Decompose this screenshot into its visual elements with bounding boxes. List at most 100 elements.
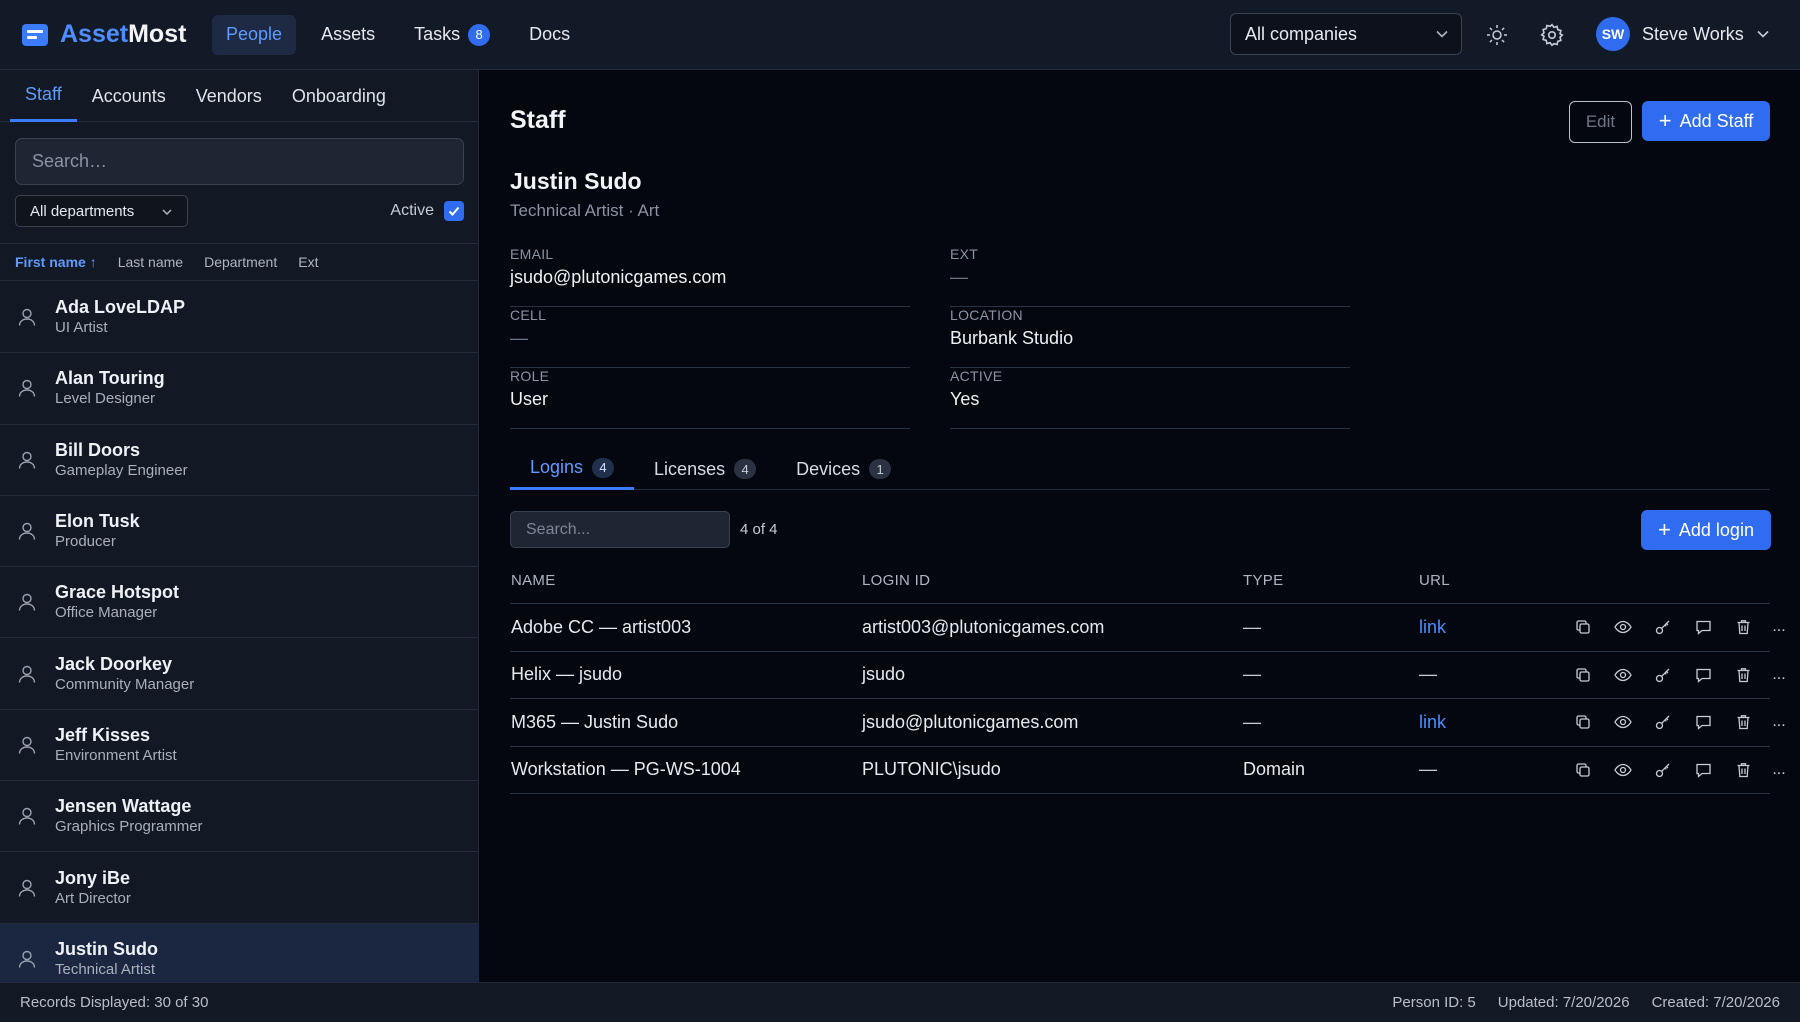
table-row[interactable]: Workstation — PG-WS-1004 PLUTONIC\jsudo Do… (510, 747, 1786, 794)
person-name: Jensen Wattage (55, 796, 192, 817)
copy-button[interactable] (1573, 665, 1593, 685)
reveal-password-button[interactable] (1613, 760, 1633, 780)
active-filter-label: Active (390, 202, 434, 219)
table-row[interactable]: Adobe CC — artist003 artist003@plutonicga… (510, 604, 1786, 652)
login-url[interactable]: link (1419, 617, 1446, 638)
delete-button[interactable] (1733, 665, 1753, 685)
list-item[interactable]: Ada LoveLDAP UI Artist (0, 282, 479, 354)
notes-button[interactable] (1693, 760, 1713, 780)
company-select[interactable]: All companies (1230, 13, 1462, 55)
nav-docs[interactable]: Docs (515, 15, 584, 55)
login-name: Adobe CC — artist003 (511, 616, 692, 637)
staff-detail-panel: Staff Edit + Add Staff Justin Sudo Techni… (480, 70, 1800, 982)
list-item[interactable]: Bill Doors Gameplay Engineer (0, 425, 479, 496)
more-actions-button[interactable]: ... (1772, 617, 1785, 637)
row-actions: ... (1573, 665, 1786, 685)
copy-button[interactable] (1573, 712, 1593, 732)
sort-ext[interactable]: Ext (298, 254, 318, 270)
list-item[interactable]: Grace Hotspot Office Manager (0, 567, 479, 639)
active-filter: Active (390, 201, 464, 221)
app-logo[interactable]: AssetMost (22, 20, 212, 49)
department-select[interactable]: All departments (15, 195, 188, 227)
staff-search-input[interactable]: Search… (15, 138, 464, 185)
login-id: PLUTONIC\jsudo (862, 759, 1001, 780)
col-header-type[interactable]: TYPE (1243, 572, 1283, 589)
notes-button[interactable] (1693, 712, 1713, 732)
tab-licenses[interactable]: Licenses 4 (634, 448, 776, 490)
delete-button[interactable] (1733, 617, 1753, 637)
nav-assets[interactable]: Assets (307, 15, 389, 55)
person-text: Justin Sudo Technical Artist (55, 938, 158, 980)
edit-button[interactable]: Edit (1569, 101, 1632, 143)
tab-logins[interactable]: Logins 4 (510, 448, 635, 490)
user-name: Steve Works (1642, 23, 1744, 44)
password-button[interactable] (1653, 617, 1673, 637)
sort-last-name[interactable]: Last name (118, 254, 183, 270)
reveal-password-button[interactable] (1613, 665, 1633, 685)
nav-people-label: People (226, 24, 283, 44)
tab-devices-label: Devices (796, 458, 861, 479)
reveal-password-button[interactable] (1613, 617, 1633, 637)
person-name: Grace Hotspot (55, 582, 180, 603)
list-item[interactable]: Jensen Wattage Graphics Programmer (0, 781, 479, 853)
tab-staff[interactable]: Staff (10, 70, 77, 122)
tab-devices[interactable]: Devices 1 (776, 448, 911, 490)
tab-onboarding[interactable]: Onboarding (277, 70, 401, 122)
more-actions-button[interactable]: ... (1772, 760, 1785, 780)
chevron-down-icon (1436, 30, 1448, 38)
password-button[interactable] (1653, 712, 1673, 732)
notes-button[interactable] (1693, 617, 1713, 637)
devices-count-badge: 1 (869, 459, 892, 479)
more-actions-button[interactable]: ... (1772, 712, 1785, 732)
tab-accounts[interactable]: Accounts (77, 70, 181, 122)
page-title: Staff (510, 106, 566, 134)
add-login-button[interactable]: + Add login (1641, 510, 1771, 550)
list-item[interactable]: Jony iBe Art Director (0, 852, 479, 924)
location-value: Burbank Studio (950, 328, 1074, 348)
sort-department[interactable]: Department (204, 254, 277, 270)
person-icon (18, 879, 36, 897)
person-role: Environment Artist (55, 746, 177, 764)
list-item[interactable]: Alan Touring Level Designer (0, 353, 479, 425)
ext-field: EXT — (950, 246, 1350, 307)
login-url[interactable]: link (1419, 712, 1446, 733)
password-button[interactable] (1653, 665, 1673, 685)
copy-button[interactable] (1573, 760, 1593, 780)
role-label: ROLE (510, 368, 550, 384)
key-icon (1655, 620, 1670, 635)
more-actions-button[interactable]: ... (1772, 665, 1785, 685)
active-label: ACTIVE (950, 368, 1003, 384)
sort-first-name[interactable]: First name ↑ (15, 254, 97, 270)
active-value: Yes (950, 389, 980, 409)
col-header-name[interactable]: NAME (511, 572, 556, 589)
delete-button[interactable] (1733, 712, 1753, 732)
settings-button[interactable] (1537, 20, 1567, 50)
login-url: — (1419, 759, 1437, 780)
logins-count-badge: 4 (592, 457, 615, 478)
delete-button[interactable] (1733, 760, 1753, 780)
tab-licenses-label: Licenses (654, 458, 726, 479)
person-icon (18, 594, 36, 611)
list-item[interactable]: Elon Tusk Producer (0, 496, 479, 568)
location-label: LOCATION (950, 307, 1023, 323)
list-item[interactable]: Jeff Kisses Environment Artist (0, 710, 479, 782)
table-row[interactable]: Helix — jsudo jsudo — —... (510, 652, 1786, 699)
nav-tasks[interactable]: Tasks 8 (400, 15, 504, 55)
user-menu[interactable]: SW Steve Works (1596, 17, 1770, 51)
password-button[interactable] (1653, 760, 1673, 780)
tasks-count-badge: 8 (468, 23, 491, 46)
add-staff-button[interactable]: + Add Staff (1642, 101, 1770, 141)
col-header-login-id[interactable]: LOGIN ID (862, 572, 930, 589)
active-checkbox[interactable] (444, 201, 464, 221)
col-header-url[interactable]: URL (1419, 572, 1450, 589)
table-row[interactable]: M365 — Justin Sudo jsudo@plutonicgames.co… (510, 699, 1786, 747)
tab-vendors[interactable]: Vendors (181, 70, 277, 122)
email-value[interactable]: jsudo@plutonicgames.com (510, 267, 910, 288)
reveal-password-button[interactable] (1613, 712, 1633, 732)
copy-button[interactable] (1573, 617, 1593, 637)
list-item[interactable]: Jack Doorkey Community Manager (0, 638, 479, 710)
notes-button[interactable] (1693, 665, 1713, 685)
nav-people[interactable]: People (212, 14, 297, 55)
theme-toggle-button[interactable] (1482, 20, 1512, 50)
login-search-input[interactable]: Search... (510, 511, 730, 548)
